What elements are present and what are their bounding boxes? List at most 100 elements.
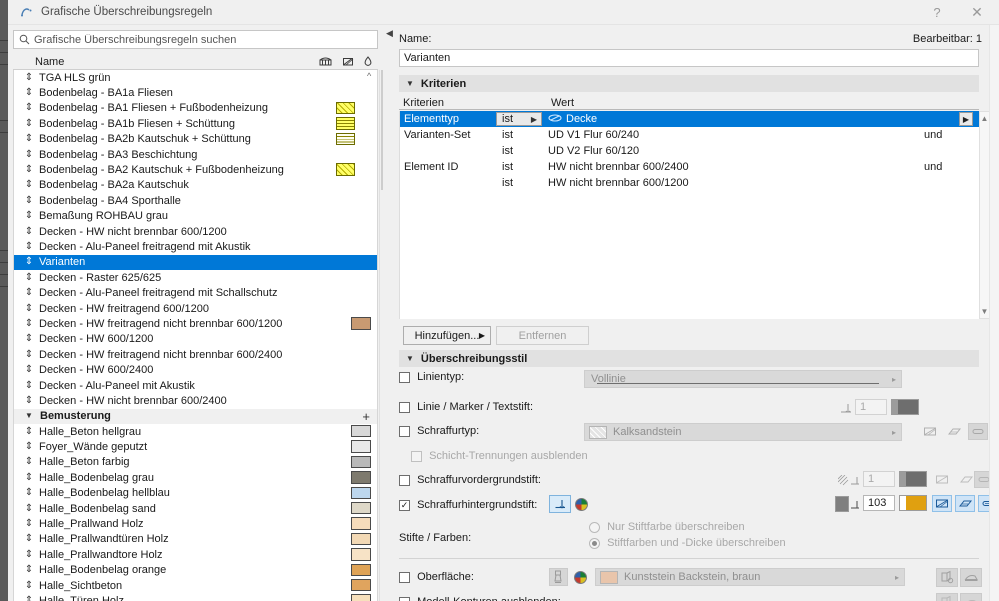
- collapse-arrow-icon[interactable]: ◀: [386, 28, 393, 39]
- surface-swatch[interactable]: [351, 440, 371, 453]
- list-group-header[interactable]: ▼ Bemusterung +: [14, 408, 377, 424]
- search-input[interactable]: [34, 33, 377, 46]
- list-item[interactable]: ⇕ Decken - HW 600/1200: [14, 332, 377, 347]
- reorder-grip-icon[interactable]: ⇕: [22, 303, 36, 314]
- list-item[interactable]: ⇕ Bodenbelag - BA3 Beschichtung: [14, 147, 377, 162]
- surface-paint-icon[interactable]: [549, 568, 568, 586]
- close-button[interactable]: ✕: [957, 0, 997, 25]
- list-item[interactable]: ⇕ Halle_Bodenbelag hellblau: [14, 486, 377, 501]
- reorder-grip-icon[interactable]: ⇕: [22, 534, 36, 544]
- pen-mode-button[interactable]: [549, 495, 571, 513]
- contours-3d-icon[interactable]: [936, 593, 958, 601]
- fill-pattern-swatch[interactable]: [336, 132, 355, 146]
- hide-model-contours-checkbox[interactable]: [399, 596, 410, 601]
- remove-criterion-button[interactable]: Entfernen: [496, 326, 589, 345]
- surface-swatch[interactable]: [351, 501, 371, 515]
- surface-swatch[interactable]: [351, 517, 371, 530]
- surface-swatch[interactable]: [351, 424, 371, 438]
- hatch-bg-pen-checkbox[interactable]: ✓: [399, 499, 410, 511]
- rule-name-input[interactable]: [399, 49, 979, 67]
- reorder-grip-icon[interactable]: ⇕: [22, 241, 36, 252]
- pens-color-thickness-option[interactable]: Stiftfarben und -Dicke überschreiben: [589, 537, 786, 549]
- list-item[interactable]: ⇕ Halle_Prallwand Holz: [14, 516, 377, 531]
- reorder-grip-icon[interactable]: ⇕: [22, 565, 36, 575]
- reorder-grip-icon[interactable]: ⇕: [22, 395, 36, 406]
- value-picker-button[interactable]: ▶: [959, 112, 973, 126]
- reorder-grip-icon[interactable]: ⇕: [22, 134, 36, 144]
- reorder-grip-icon[interactable]: ⇕: [22, 472, 36, 483]
- cover-fill-icon[interactable]: [956, 471, 976, 488]
- criteria-row[interactable]: Elementtyp ist ▶ ▶ Decke: [400, 111, 979, 127]
- reorder-grip-icon[interactable]: ⇕: [22, 595, 36, 601]
- search-box[interactable]: [13, 30, 378, 49]
- fill-pattern-swatch[interactable]: [336, 101, 355, 115]
- list-item[interactable]: ⇕ Halle_Bodenbelag grau: [14, 470, 377, 485]
- hatchtype-checkbox[interactable]: [399, 425, 410, 437]
- reorder-grip-icon[interactable]: ⇕: [22, 503, 36, 514]
- reorder-grip-icon[interactable]: ⇕: [22, 88, 36, 98]
- drafting-fill-icon[interactable]: [968, 423, 988, 440]
- surface-swatch[interactable]: [351, 532, 371, 546]
- reorder-grip-icon[interactable]: ⇕: [22, 195, 36, 206]
- criteria-section-header[interactable]: ▼ Kriterien: [399, 75, 979, 92]
- cover-fill-icon[interactable]: [944, 423, 964, 440]
- reorder-grip-icon[interactable]: ⇕: [22, 580, 36, 591]
- fill-pattern-swatch[interactable]: [336, 117, 355, 130]
- surface-swatch[interactable]: [351, 486, 371, 500]
- add-to-group-button[interactable]: +: [362, 409, 370, 424]
- rules-list[interactable]: ⇕ TGA HLS grün ⇕ Bodenbelag - BA1a Fliesen ⇕…: [13, 70, 378, 601]
- hatch-bg-pen-number[interactable]: 103: [863, 495, 895, 511]
- radio-color-thickness[interactable]: [589, 537, 600, 549]
- list-item[interactable]: ⇕ Halle_Beton hellgrau: [14, 424, 377, 439]
- reorder-grip-icon[interactable]: ⇕: [22, 72, 36, 83]
- list-item[interactable]: ⇕ Halle_Beton farbig: [14, 455, 377, 470]
- reorder-grip-icon[interactable]: ⇕: [22, 103, 36, 113]
- criteria-table-body[interactable]: Elementtyp ist ▶ ▶ Decke Varianten-Set ist UD V…: [399, 111, 979, 319]
- list-item[interactable]: ⇕ Bodenbelag - BA2 Kautschuk + Fußbodenhe…: [14, 162, 377, 177]
- contours-section-icon[interactable]: [960, 593, 982, 601]
- list-item[interactable]: ⇕ Decken - HW freitragend 600/1200: [14, 301, 377, 316]
- detail-scrollbar[interactable]: [989, 25, 999, 601]
- criteria-row[interactable]: ist UD V2 Flur 60/120: [400, 143, 979, 159]
- reorder-grip-icon[interactable]: ⇕: [22, 457, 36, 467]
- reorder-grip-icon[interactable]: ⇕: [22, 288, 36, 298]
- reorder-grip-icon[interactable]: ⇕: [22, 549, 36, 560]
- surface-3d-icon[interactable]: [936, 568, 958, 587]
- color-mode-button[interactable]: [575, 498, 588, 511]
- reorder-grip-icon[interactable]: ⇕: [22, 365, 36, 375]
- hide-skin-separators-checkbox[interactable]: [411, 450, 422, 462]
- list-item[interactable]: ⇕ Decken - Alu-Paneel freitragend mit Aku…: [14, 239, 377, 254]
- hatch-bg-pen-color[interactable]: [899, 495, 927, 511]
- cover-fill-icon[interactable]: [955, 495, 975, 512]
- surface-checkbox[interactable]: [399, 571, 410, 583]
- criteria-row[interactable]: ist HW nicht brennbar 600/1200: [400, 175, 979, 191]
- list-item[interactable]: ⇕ Decken - Alu-Paneel freitragend mit Sch…: [14, 285, 377, 300]
- list-item[interactable]: ⇕ Bemaßung ROHBAU grau: [14, 209, 377, 224]
- reorder-grip-icon[interactable]: ⇕: [22, 488, 36, 498]
- reorder-grip-icon[interactable]: ⇕: [22, 426, 36, 437]
- reorder-grip-icon[interactable]: ⇕: [22, 257, 36, 267]
- hatch-fg-pen-checkbox[interactable]: [399, 474, 410, 486]
- scroll-down-icon[interactable]: ▼: [980, 306, 989, 317]
- help-button[interactable]: ?: [917, 0, 957, 25]
- list-item[interactable]: ⇕ Bodenbelag - BA1b Fliesen + Schüttung: [14, 116, 377, 131]
- surface-combo[interactable]: Kunststein Backstein, braun ▸: [595, 568, 905, 586]
- reorder-grip-icon[interactable]: ⇕: [22, 380, 36, 391]
- linetype-combo[interactable]: Vollinie ▸: [584, 370, 902, 388]
- reorder-grip-icon[interactable]: ⇕: [22, 211, 36, 221]
- surface-swatch[interactable]: [351, 455, 371, 469]
- list-item[interactable]: ⇕ Decken - HW freitragend nicht brennbar …: [14, 316, 377, 331]
- surface-swatch[interactable]: [351, 548, 371, 561]
- reorder-grip-icon[interactable]: ⇕: [22, 118, 36, 129]
- reorder-grip-icon[interactable]: ⇕: [22, 442, 36, 452]
- surface-section-icon[interactable]: [960, 568, 982, 587]
- panel-splitter[interactable]: ◀: [383, 25, 395, 601]
- pen-column-icon[interactable]: [341, 55, 355, 68]
- scroll-up-icon[interactable]: ▲: [980, 113, 989, 124]
- linepen-number[interactable]: 1: [855, 399, 887, 415]
- list-item[interactable]: ⇕ Bodenbelag - BA1 Fliesen + Fußbodenheiz…: [14, 101, 377, 116]
- reorder-grip-icon[interactable]: ⇕: [22, 226, 36, 237]
- list-item[interactable]: ⇕ Bodenbelag - BA1a Fliesen: [14, 85, 377, 100]
- surface-swatch[interactable]: [351, 594, 371, 601]
- surface-swatch[interactable]: [351, 471, 371, 484]
